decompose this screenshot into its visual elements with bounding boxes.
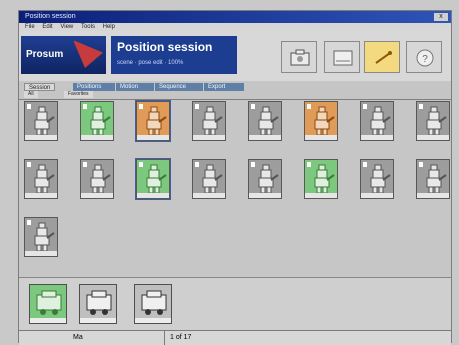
page-subtitle: scene · pose edit · 100% [117, 60, 184, 66]
position-tile[interactable] [80, 159, 114, 199]
tab-session[interactable]: Session [24, 83, 56, 91]
tabs: Session Positions Motion Sequence Export… [19, 81, 451, 100]
position-tile[interactable] [304, 101, 338, 141]
window-titlebar: Position session x [19, 11, 451, 23]
menu-file[interactable]: File [25, 24, 35, 30]
tile-caption [417, 135, 449, 140]
position-tile[interactable] [416, 101, 450, 141]
tile-caption [80, 318, 116, 323]
position-tile[interactable] [416, 159, 450, 199]
position-tile[interactable] [80, 101, 114, 141]
tab-sequence[interactable]: Sequence [155, 83, 203, 91]
position-tile[interactable] [135, 158, 171, 200]
help-icon: ? [416, 49, 434, 67]
tile-caption [25, 193, 57, 198]
brand-logo: Prosum [21, 36, 106, 74]
robot-figure-icon [34, 164, 55, 194]
robot-figure-icon [202, 164, 223, 194]
help-button[interactable]: ? [406, 41, 442, 73]
robot-figure-icon [426, 164, 447, 194]
tile-caption [135, 318, 171, 323]
brand-mark-icon [73, 40, 103, 68]
tile-caption [305, 193, 337, 198]
robot-figure-icon [146, 106, 167, 136]
position-tile[interactable] [360, 101, 394, 141]
pose-button[interactable] [364, 41, 400, 73]
tile-caption [249, 193, 281, 198]
position-tile[interactable] [24, 217, 58, 257]
capture-button[interactable] [324, 41, 360, 73]
pose-icon [375, 51, 392, 64]
lower-strip [19, 277, 451, 330]
app-title-box: Position session scene · pose edit · 100… [111, 36, 237, 74]
menubar: File Edit View Tools Help [19, 23, 451, 31]
page-title: Position session [117, 40, 213, 54]
tile-caption [417, 193, 449, 198]
robot-figure-icon [314, 164, 335, 194]
robot-figure-icon [314, 106, 335, 136]
robot-figure-icon [258, 164, 279, 194]
tile-caption [30, 318, 66, 323]
tab-motion[interactable]: Motion [116, 83, 154, 91]
app-window: Position session x File Edit View Tools … [18, 10, 452, 345]
robot-figure-icon [90, 106, 111, 136]
robot-figure-icon [146, 164, 167, 194]
tab-export[interactable]: Export [204, 83, 244, 91]
robot-figure-icon [202, 106, 223, 136]
machine-icon [36, 290, 62, 315]
camera-button[interactable] [281, 41, 317, 73]
machine-icon [141, 290, 167, 315]
position-grid [24, 100, 451, 276]
menu-edit[interactable]: Edit [42, 24, 52, 30]
machine-icon [86, 290, 112, 315]
tile-caption [25, 251, 57, 256]
tile-caption [193, 193, 225, 198]
position-tile[interactable] [304, 159, 338, 199]
tile-caption [249, 135, 281, 140]
position-tile[interactable] [248, 101, 282, 141]
robot-figure-icon [258, 106, 279, 136]
robot-figure-icon [34, 106, 55, 136]
position-tile[interactable] [192, 101, 226, 141]
capture-icon [333, 50, 353, 66]
tile-caption [361, 193, 393, 198]
tile-caption [137, 135, 169, 140]
position-tile[interactable] [24, 101, 58, 141]
tab-positions[interactable]: Positions [73, 83, 115, 91]
menu-help[interactable]: Help [103, 24, 115, 30]
camera-icon [290, 49, 310, 66]
subtab-favorites[interactable]: Favorites [64, 91, 93, 98]
tile-caption [81, 135, 113, 140]
lower-tile[interactable] [79, 284, 117, 324]
robot-figure-icon [90, 164, 111, 194]
brand-name: Prosum [26, 49, 64, 60]
robot-figure-icon [370, 164, 391, 194]
header: Prosum Position session scene · pose edi… [19, 31, 451, 82]
tile-caption [361, 135, 393, 140]
close-icon[interactable]: x [434, 13, 448, 21]
position-tile[interactable] [192, 159, 226, 199]
tile-caption [305, 135, 337, 140]
tile-caption [25, 135, 57, 140]
position-tile[interactable] [360, 159, 394, 199]
menu-view[interactable]: View [60, 24, 73, 30]
robot-figure-icon [370, 106, 391, 136]
lower-tile[interactable] [29, 284, 67, 324]
position-tile[interactable] [248, 159, 282, 199]
robot-figure-icon [426, 106, 447, 136]
subtab-all[interactable]: All [24, 91, 38, 98]
tile-caption [193, 135, 225, 140]
window-title: Position session [25, 13, 76, 20]
menu-tools[interactable]: Tools [81, 24, 95, 30]
lower-tile[interactable] [134, 284, 172, 324]
svg-text:?: ? [422, 54, 428, 65]
tile-caption [137, 193, 169, 198]
position-tile[interactable] [135, 100, 171, 142]
position-tile[interactable] [24, 159, 58, 199]
tile-caption [81, 193, 113, 198]
robot-figure-icon [34, 222, 55, 252]
